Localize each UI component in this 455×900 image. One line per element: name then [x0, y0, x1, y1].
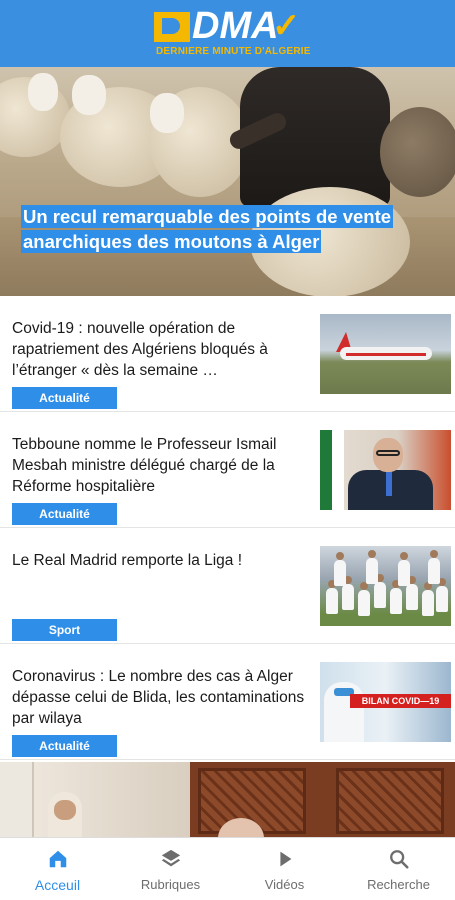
- sheep-image: [28, 73, 58, 111]
- image-face: [54, 800, 76, 820]
- bottom-navigation: Acceuil Rubriques Vidéos Recherche: [0, 837, 455, 900]
- logo-check-icon: ✓: [272, 7, 301, 45]
- category-badge[interactable]: Sport: [12, 619, 117, 641]
- player-figure: [326, 580, 338, 614]
- sheep-image: [72, 75, 106, 115]
- player-figure: [366, 550, 378, 584]
- nav-label: Recherche: [367, 877, 430, 892]
- nav-item-recherche[interactable]: Recherche: [342, 838, 455, 900]
- play-icon: [279, 851, 291, 867]
- covid-banner: BILAN COVID—19: [350, 694, 451, 708]
- hero-article[interactable]: Un recul remarquable des points de vente…: [0, 67, 455, 296]
- nav-label: Acceuil: [34, 877, 81, 893]
- category-badge[interactable]: Actualité: [12, 387, 117, 409]
- nav-label: Vidéos: [264, 877, 305, 892]
- player-figure: [334, 552, 346, 586]
- layers-icon: [161, 849, 180, 867]
- article-item[interactable]: Coronavirus : Le nombre des cas à Alger …: [0, 644, 455, 760]
- article-item[interactable]: Le Real Madrid remporte la Liga ! Sport: [0, 528, 455, 644]
- person-tie: [386, 470, 392, 496]
- player-figure: [342, 576, 354, 610]
- player-figure: [428, 550, 440, 584]
- logo-tagline: DERNIERE MINUTE D'ALGERIE: [156, 46, 311, 57]
- nav-label: Rubriques: [140, 877, 201, 892]
- article-thumbnail[interactable]: BILAN COVID—19: [320, 662, 451, 742]
- article-item[interactable]: Covid-19 : nouvelle opération de rapatri…: [0, 296, 455, 412]
- player-figure: [374, 574, 386, 608]
- app-header: DMA ✓ DERNIERE MINUTE D'ALGERIE: [0, 0, 455, 67]
- image-panel: [336, 768, 444, 834]
- player-figure: [398, 552, 410, 586]
- tree-image: [380, 107, 455, 197]
- article-item[interactable]: Tebboune nomme le Professeur Ismail Mesb…: [0, 412, 455, 528]
- category-badge[interactable]: Actualité: [12, 735, 117, 757]
- player-figure: [358, 582, 370, 616]
- search-icon: [389, 850, 409, 869]
- plane-stripe: [346, 353, 426, 356]
- home-icon: [49, 850, 66, 868]
- hero-caption-text: Un recul remarquable des points de vente…: [21, 205, 394, 253]
- article-title[interactable]: Le Real Madrid remporte la Liga !: [12, 550, 312, 571]
- hero-caption[interactable]: Un recul remarquable des points de vente…: [21, 204, 401, 254]
- logo-map-icon: [154, 12, 190, 42]
- article-title[interactable]: Covid-19 : nouvelle opération de rapatri…: [12, 318, 312, 381]
- image-pillar: [0, 762, 34, 837]
- player-figure: [390, 580, 402, 614]
- player-figure: [422, 582, 434, 616]
- app-logo[interactable]: DMA ✓ DERNIERE MINUTE D'ALGERIE: [154, 5, 311, 64]
- logo-letters: DMA: [192, 5, 279, 47]
- person-glasses: [376, 450, 400, 456]
- article-title[interactable]: Tebboune nomme le Professeur Ismail Mesb…: [12, 434, 312, 497]
- nav-item-rubriques[interactable]: Rubriques: [114, 838, 227, 900]
- flag-image: [320, 430, 344, 510]
- sheep-image: [150, 93, 184, 133]
- article-thumbnail[interactable]: [320, 430, 451, 510]
- category-badge[interactable]: Actualité: [12, 503, 117, 525]
- article-thumbnail[interactable]: [320, 546, 451, 626]
- article-thumbnail[interactable]: [320, 314, 451, 394]
- player-figure: [436, 578, 448, 612]
- nav-item-accueil[interactable]: Acceuil: [1, 838, 114, 900]
- player-figure: [406, 576, 418, 610]
- article-title[interactable]: Coronavirus : Le nombre des cas à Alger …: [12, 666, 312, 729]
- next-article-image[interactable]: [0, 762, 455, 837]
- nav-item-videos[interactable]: Vidéos: [228, 838, 341, 900]
